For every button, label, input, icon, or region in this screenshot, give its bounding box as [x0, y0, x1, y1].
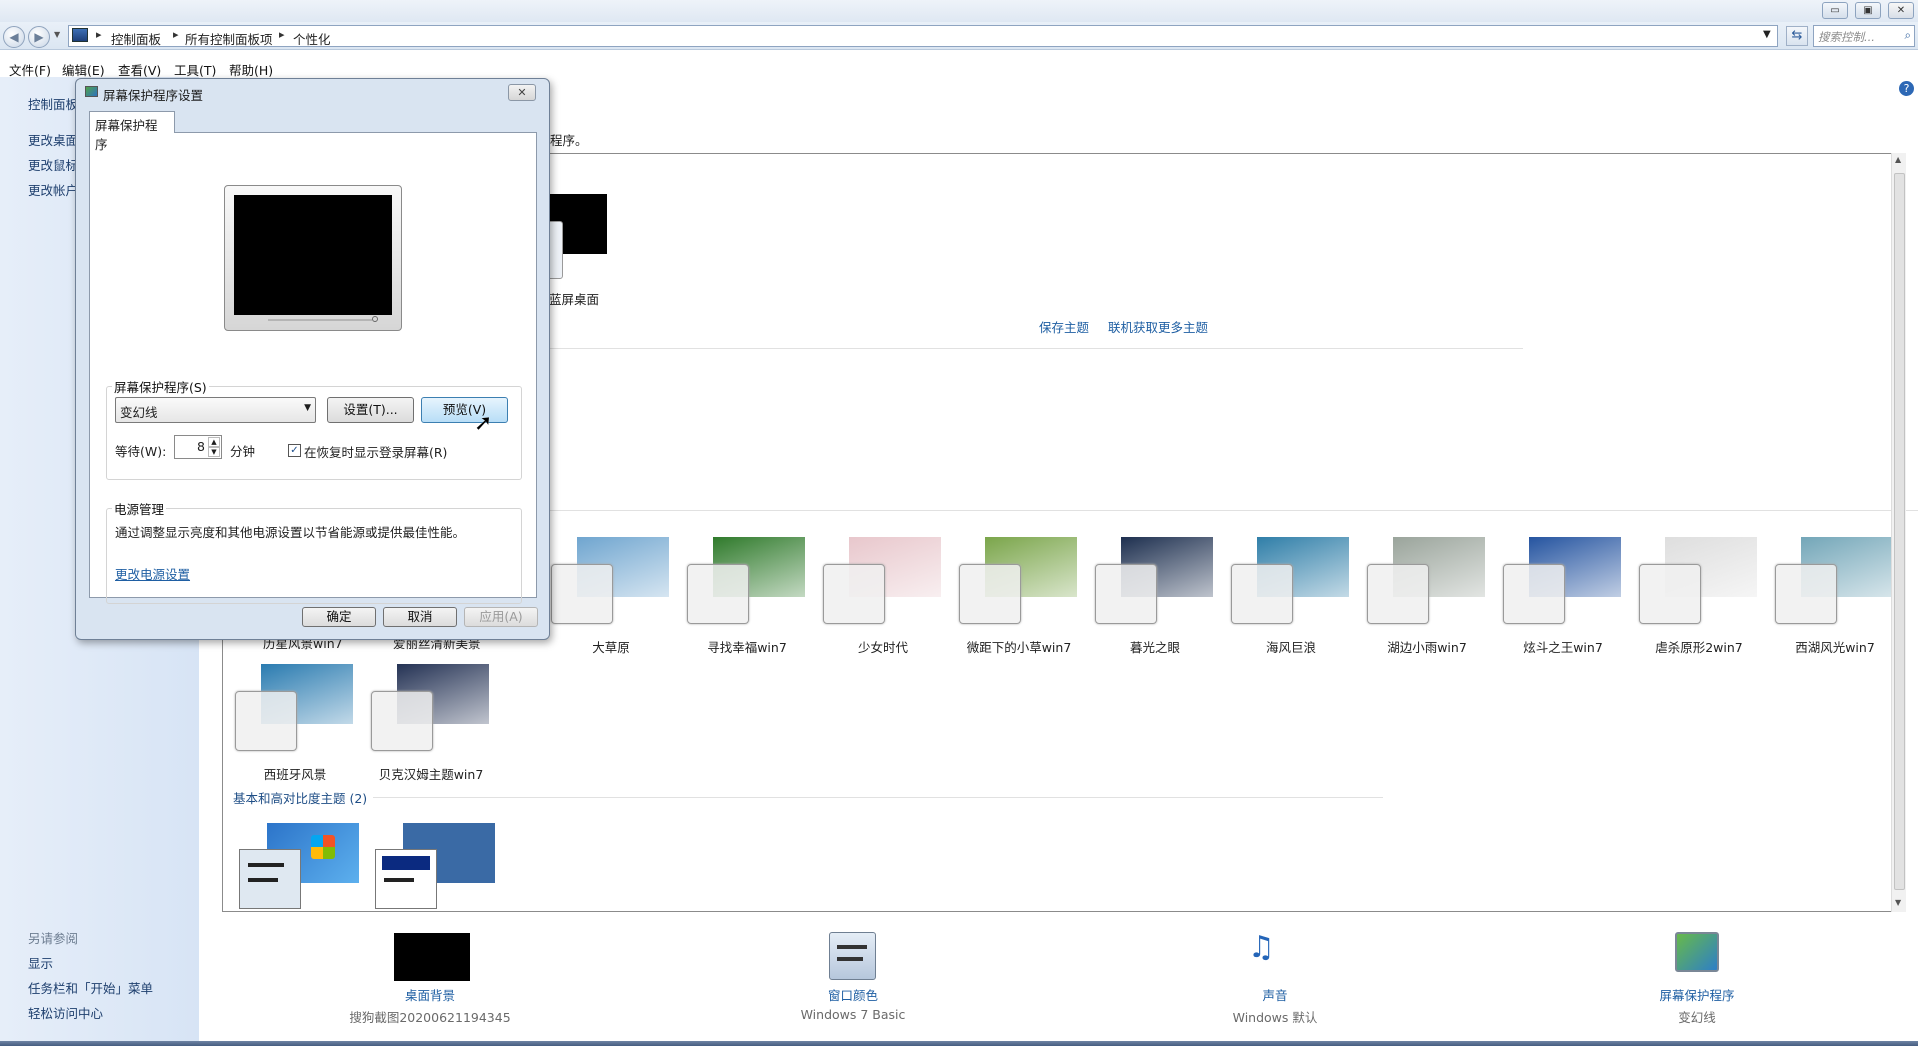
refresh-icon[interactable]: ⇆	[1786, 26, 1808, 46]
preview-button[interactable]: 预览(V)	[421, 397, 508, 423]
theme-window-frame	[823, 564, 885, 624]
theme-panel-scrollbar[interactable]: ▲ ▼	[1891, 153, 1906, 912]
theme-window-frame	[1367, 564, 1429, 624]
see-also-display[interactable]: 显示	[28, 953, 53, 972]
apply-button[interactable]: 应用(A)	[464, 607, 538, 627]
address-bar[interactable]: ▸ 控制面板 ▸ 所有控制面板项 ▸ 个性化 ▼	[68, 25, 1778, 47]
close-button[interactable]: ✕	[1888, 2, 1914, 19]
see-also-ease-of-access[interactable]: 轻松访问中心	[28, 1003, 103, 1022]
basic-themes-heading: 基本和高对比度主题 (2)	[233, 791, 368, 806]
breadcrumb-personalization[interactable]: 个性化	[293, 29, 331, 48]
power-group-title: 电源管理	[112, 499, 167, 518]
power-description: 通过调整显示亮度和其他电源设置以节省能源或提供最佳性能。	[115, 525, 466, 540]
resume-label[interactable]: 在恢复时显示登录屏幕(R)	[304, 442, 447, 461]
scroll-down-icon[interactable]: ▼	[1895, 898, 1901, 907]
ok-button[interactable]: 确定	[302, 607, 376, 627]
theme-window-frame	[551, 564, 613, 624]
menu-bar: 文件(F) 编辑(E) 查看(V) 工具(T) 帮助(H)	[0, 57, 1918, 78]
theme-window-frame	[687, 564, 749, 624]
cancel-button[interactable]: 取消	[383, 607, 457, 627]
desktop-background-link[interactable]: 桌面背景	[330, 985, 530, 1004]
mouse-cursor-icon: ➚	[474, 411, 493, 436]
my-theme-label[interactable]: 蓝屏桌面	[549, 289, 599, 308]
taskbar-edge	[0, 1041, 1918, 1046]
address-dropdown-icon[interactable]: ▼	[1763, 29, 1771, 40]
screen-saver-select[interactable]: 变幻线 ▼	[115, 397, 316, 423]
tab-panel: 屏幕保护程序(S) 变幻线 ▼ 设置(T)... 预览(V) ➚ 等待(W): …	[89, 132, 537, 604]
theme-window-frame	[959, 564, 1021, 624]
window-color-value: Windows 7 Basic	[800, 1007, 906, 1022]
desktop-background-icon[interactable]	[394, 933, 470, 981]
screen-saver-value: 变幻线	[1678, 1010, 1716, 1025]
breadcrumb-control-panel[interactable]: 控制面板	[111, 29, 161, 48]
see-also-taskbar[interactable]: 任务栏和「开始」菜单	[28, 978, 153, 997]
minutes-label: 分钟	[230, 444, 256, 459]
tab-screen-saver[interactable]: 屏幕保护程序	[89, 111, 175, 152]
scroll-up-icon[interactable]: ▲	[1895, 155, 1901, 164]
theme-window-frame	[1231, 564, 1293, 624]
theme-window-frame	[1775, 564, 1837, 624]
change-power-settings-link[interactable]: 更改电源设置	[115, 564, 190, 583]
theme-window-frame	[371, 691, 433, 751]
scroll-thumb[interactable]	[1894, 173, 1905, 890]
address-row: ◀ ▶ ▼ ▸ 控制面板 ▸ 所有控制面板项 ▸ 个性化 ▼ ⇆ 搜索控制...…	[0, 22, 1918, 50]
left-link-control-panel-home[interactable]: 控制面板	[28, 94, 78, 113]
sounds-value: Windows 默认	[1232, 1010, 1318, 1025]
spin-down-icon[interactable]: ▼	[208, 447, 220, 457]
sounds-icon[interactable]: ♫	[1248, 930, 1275, 965]
theme-label[interactable]: 贝克汉姆主题win7	[351, 764, 511, 783]
back-button[interactable]: ◀	[3, 26, 25, 48]
screen-saver-group-title: 屏幕保护程序(S)	[112, 377, 209, 396]
dialog-title: 屏幕保护程序设置	[103, 88, 204, 103]
theme-window-frame	[1503, 564, 1565, 624]
left-link-change-desktop-icons[interactable]: 更改桌面	[28, 130, 78, 149]
restore-button[interactable]: ▣	[1855, 2, 1881, 19]
theme-window-frame	[1095, 564, 1157, 624]
window-color-icon[interactable]	[829, 932, 876, 980]
chevron-down-icon: ▼	[304, 403, 311, 413]
settings-button[interactable]: 设置(T)...	[327, 397, 414, 423]
monitor-power-icon	[372, 316, 378, 322]
wait-minutes-input[interactable]: 8 ▲ ▼	[174, 435, 222, 459]
screen-saver-link[interactable]: 屏幕保护程序	[1597, 985, 1797, 1004]
recent-pages-icon[interactable]: ▼	[54, 30, 60, 39]
sounds-link[interactable]: 声音	[1175, 985, 1375, 1004]
desktop-background-value: 搜狗截图20200621194345	[349, 1010, 511, 1025]
see-also-heading: 另请参阅	[28, 931, 79, 946]
theme-window-frame	[1639, 564, 1701, 624]
windows-logo-icon	[311, 835, 335, 859]
resume-checkbox[interactable]: ✓	[288, 444, 301, 457]
get-more-themes-link[interactable]: 联机获取更多主题	[1108, 317, 1208, 336]
preview-screen	[234, 195, 392, 315]
windows7-basic-frame	[239, 849, 301, 909]
left-link-change-account-picture[interactable]: 更改帐户	[28, 180, 78, 199]
save-theme-link[interactable]: 保存主题	[1039, 317, 1089, 336]
theme-window-frame	[235, 691, 297, 751]
dialog-icon	[85, 86, 98, 97]
wait-label: 等待(W):	[115, 444, 167, 459]
dialog-close-button[interactable]: ✕	[508, 84, 536, 101]
screen-saver-dialog: 屏幕保护程序设置 ✕ 屏幕保护程序 屏幕保护程序(S) 变幻线 ▼ 设置(T).…	[75, 78, 550, 640]
window-color-link[interactable]: 窗口颜色	[753, 985, 953, 1004]
screen-saver-icon[interactable]	[1675, 932, 1719, 972]
spin-up-icon[interactable]: ▲	[208, 437, 220, 447]
forward-button[interactable]: ▶	[28, 26, 50, 48]
classic-theme-frame	[375, 849, 437, 909]
control-panel-icon	[72, 28, 88, 42]
search-input[interactable]: 搜索控制... ⌕	[1813, 25, 1915, 47]
intro-text: 程序。	[550, 133, 588, 148]
minimize-button[interactable]: ▭	[1822, 2, 1848, 19]
breadcrumb-all-items[interactable]: 所有控制面板项	[185, 29, 273, 48]
left-link-change-mouse-pointers[interactable]: 更改鼠标	[28, 155, 78, 174]
help-icon[interactable]: ?	[1899, 81, 1914, 96]
monitor-preview	[224, 185, 402, 331]
title-bar: ▭ ▣ ✕	[0, 0, 1918, 22]
search-icon[interactable]: ⌕	[1905, 28, 1911, 43]
